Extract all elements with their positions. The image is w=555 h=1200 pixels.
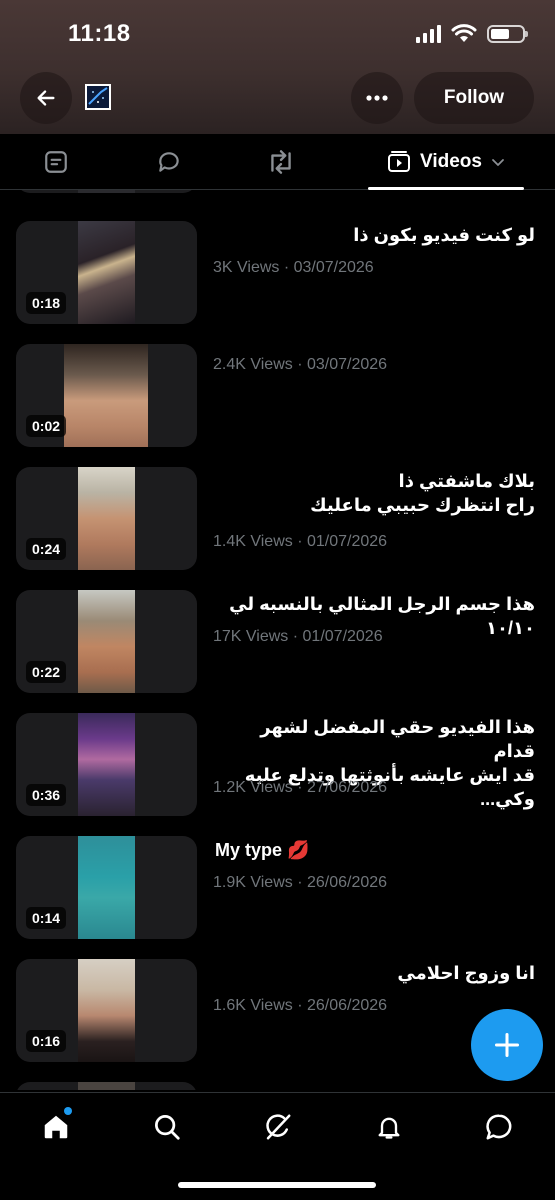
grok-icon xyxy=(266,1114,291,1140)
home-indicator xyxy=(178,1182,376,1188)
bottom-nav xyxy=(0,1092,555,1200)
tab-replies[interactable] xyxy=(139,134,199,190)
nav-home[interactable] xyxy=(26,1107,86,1147)
video-meta: 2.4K Views · 03/07/2026 xyxy=(213,356,388,373)
battery-icon xyxy=(487,25,528,43)
video-thumbnail[interactable] xyxy=(16,190,197,193)
notifications-icon xyxy=(378,1117,400,1139)
video-meta: 1.2K Views · 27/06/2026 xyxy=(213,779,388,796)
home-icon xyxy=(44,1115,68,1139)
video-thumbnail[interactable] xyxy=(16,1082,197,1090)
video-list: 0:18 لو كنت فيديو بكون ذا 3K Views · 03/… xyxy=(0,190,555,1090)
status-bar: 11:18 xyxy=(0,18,555,50)
video-duration: 0:36 xyxy=(26,784,67,806)
nav-grok[interactable] xyxy=(248,1107,308,1147)
video-thumbnail[interactable]: 0:22 xyxy=(16,590,197,693)
status-icons xyxy=(416,24,528,44)
repost-icon xyxy=(271,150,291,174)
list-item-partial-bottom[interactable] xyxy=(0,1082,555,1090)
video-title: بلاك ماشفتي ذا راح انتظرك حبيبي ماعليك xyxy=(310,471,535,515)
nav-notifications[interactable] xyxy=(359,1107,419,1147)
search-icon xyxy=(155,1115,180,1140)
video-meta: 17K Views · 01/07/2026 xyxy=(213,628,383,645)
video-meta: 1.4K Views · 01/07/2026 xyxy=(213,533,388,550)
avatar[interactable] xyxy=(85,84,111,110)
follow-button[interactable]: Follow xyxy=(414,72,534,124)
list-item-partial-top[interactable] xyxy=(0,190,555,193)
video-thumbnail[interactable]: 0:14 xyxy=(16,836,197,939)
video-title: My type 💋 xyxy=(215,840,310,860)
video-thumbnail[interactable]: 0:36 xyxy=(16,713,197,816)
video-duration: 0:18 xyxy=(26,292,67,314)
chevron-down-icon[interactable] xyxy=(490,154,506,170)
video-title: لو كنت فيديو بكون ذا xyxy=(353,225,535,245)
plus-icon xyxy=(494,1032,520,1058)
tab-videos-label: Videos xyxy=(420,151,482,172)
nav-search[interactable] xyxy=(137,1107,197,1147)
tab-posts[interactable] xyxy=(26,134,86,190)
cellular-signal-icon xyxy=(416,25,441,43)
nav-messages[interactable] xyxy=(469,1107,529,1147)
compose-button[interactable] xyxy=(471,1009,543,1081)
list-item[interactable]: 0:02 2.4K Views · 03/07/2026 xyxy=(0,344,555,447)
list-item[interactable]: 0:22 هذا جسم الرجل المثالي بالنسبه لي ١٠… xyxy=(0,590,555,693)
tab-videos[interactable]: Videos xyxy=(368,134,524,190)
video-meta: 3K Views · 03/07/2026 xyxy=(213,259,374,276)
list-item[interactable]: 0:36 هذا الفيديو حقي المفضل لشهر قدام قد… xyxy=(0,713,555,816)
arrow-left-icon xyxy=(37,90,55,106)
notification-dot xyxy=(64,1107,72,1115)
wifi-icon xyxy=(451,24,477,42)
video-duration: 0:16 xyxy=(26,1030,67,1052)
video-thumbnail[interactable]: 0:02 xyxy=(16,344,197,447)
video-thumbnail[interactable]: 0:18 xyxy=(16,221,197,324)
messages-icon xyxy=(486,1114,512,1140)
video-meta: 1.6K Views · 26/06/2026 xyxy=(213,997,388,1014)
video-duration: 0:24 xyxy=(26,538,67,560)
more-options-button[interactable] xyxy=(351,72,403,124)
list-icon xyxy=(45,151,67,173)
video-duration: 0:02 xyxy=(26,415,67,437)
profile-tabs: Videos xyxy=(0,134,555,190)
profile-header: 11:18 Follow xyxy=(0,0,555,134)
list-item[interactable]: 0:24 بلاك ماشفتي ذا راح انتظرك حبيبي ماع… xyxy=(0,467,555,570)
video-meta: 1.9K Views · 26/06/2026 xyxy=(213,874,388,891)
video-thumbnail[interactable]: 0:24 xyxy=(16,467,197,570)
video-duration: 0:14 xyxy=(26,907,67,929)
video-icon xyxy=(388,151,411,172)
back-button[interactable] xyxy=(20,72,72,124)
reply-icon xyxy=(159,152,179,172)
status-time: 11:18 xyxy=(68,20,131,47)
tab-reposts[interactable] xyxy=(251,134,311,190)
video-thumbnail[interactable]: 0:16 xyxy=(16,959,197,1062)
list-item[interactable]: 0:14 My type 💋 1.9K Views · 26/06/2026 xyxy=(0,836,555,939)
video-title: انا وزوج احلامي xyxy=(397,963,535,983)
more-horizontal-icon xyxy=(366,95,388,101)
list-item[interactable]: 0:18 لو كنت فيديو بكون ذا 3K Views · 03/… xyxy=(0,221,555,324)
video-duration: 0:22 xyxy=(26,661,67,683)
